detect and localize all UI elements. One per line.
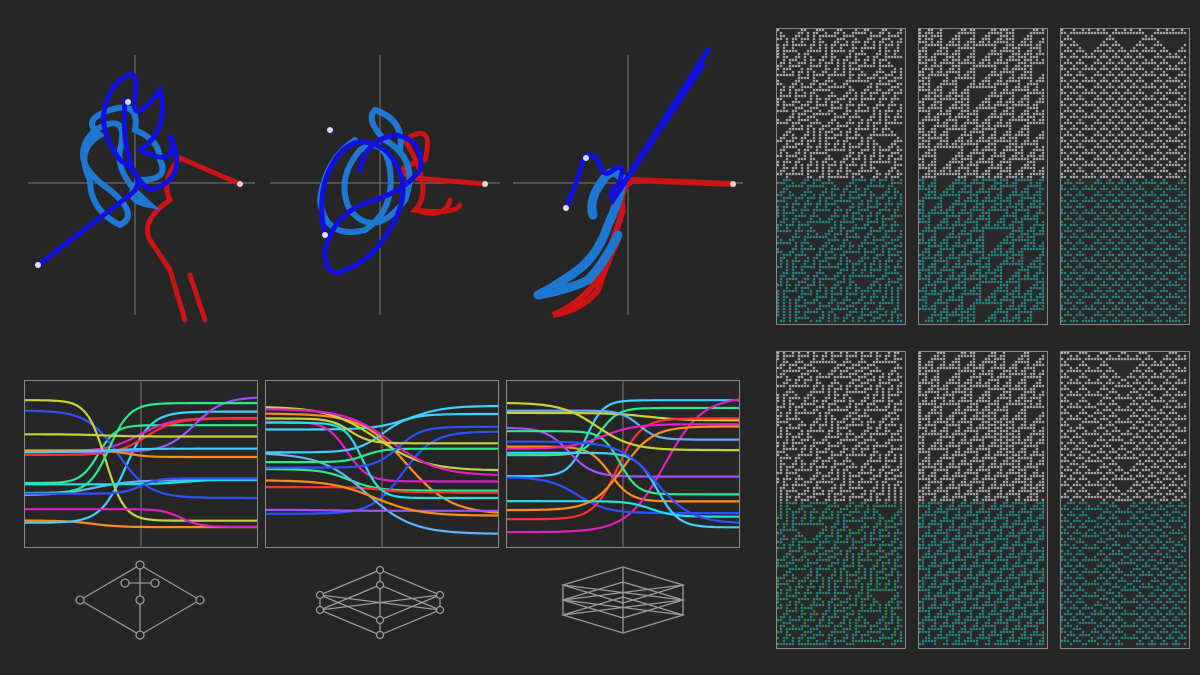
automaton-panel-3 <box>1060 28 1190 325</box>
graph-icon-1 <box>70 555 210 645</box>
graph-svg-2 <box>315 565 445 640</box>
automaton-panel-5 <box>918 351 1048 649</box>
automaton-canvas-4 <box>777 352 905 648</box>
marker-point <box>583 155 589 161</box>
automaton-canvas-2 <box>919 29 1047 324</box>
graph-svg-1 <box>75 560 205 640</box>
trajectory-plot-2 <box>265 40 505 325</box>
start-point <box>322 232 328 238</box>
line-plot-1 <box>24 380 258 548</box>
automaton-canvas-6 <box>1061 352 1189 648</box>
end-point <box>482 181 488 187</box>
end-point <box>730 181 736 187</box>
marker-point <box>327 127 333 133</box>
line-plot-svg-3 <box>507 381 739 547</box>
line-plot-2 <box>265 380 499 548</box>
trajectory-red <box>145 154 243 323</box>
start-point <box>35 262 41 268</box>
marker-point <box>125 99 131 105</box>
automaton-panel-4 <box>776 351 906 649</box>
graph-icon-3 <box>558 555 698 645</box>
trajectory-plot-3 <box>508 40 748 325</box>
line-plot-3 <box>506 380 740 548</box>
trajectory-svg-3 <box>513 47 743 318</box>
trajectory-red <box>551 176 736 318</box>
series-line <box>266 508 498 512</box>
automaton-panel-6 <box>1060 351 1190 649</box>
line-plot-svg-1 <box>25 381 257 547</box>
graph-icon-2 <box>315 555 455 645</box>
graph-svg-3 <box>560 566 686 634</box>
automaton-panel-2 <box>918 28 1048 325</box>
automaton-canvas-5 <box>919 352 1047 648</box>
automaton-canvas-1 <box>777 29 905 324</box>
trajectory-svg-1 <box>28 55 255 323</box>
trajectory-plot-1 <box>20 40 260 325</box>
start-point <box>563 205 569 211</box>
automaton-canvas-3 <box>1061 29 1189 324</box>
line-plot-svg-2 <box>266 381 498 547</box>
end-point <box>237 181 243 187</box>
automaton-panel-1 <box>776 28 906 325</box>
trajectory-svg-2 <box>270 55 500 315</box>
trajectory-early <box>35 72 180 268</box>
